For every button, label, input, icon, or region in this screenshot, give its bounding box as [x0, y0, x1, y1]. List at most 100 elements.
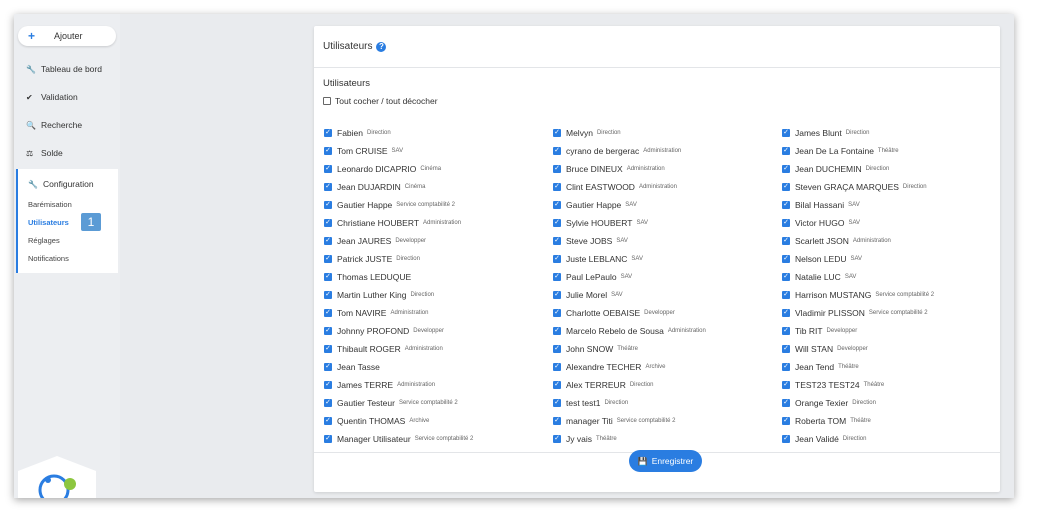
- user-row[interactable]: ✓ Scarlett JSON Administration: [782, 232, 934, 250]
- user-checkbox[interactable]: ✓: [324, 183, 332, 191]
- user-checkbox[interactable]: ✓: [782, 201, 790, 209]
- user-row[interactable]: ✓ Manager Utilisateur Service comptabilité…: [324, 430, 473, 448]
- sub-item-settings[interactable]: Réglages: [28, 236, 60, 245]
- nav-item-search[interactable]: 🔍 Recherche: [26, 120, 82, 130]
- user-row[interactable]: ✓ Tib RIT Developper: [782, 322, 934, 340]
- user-row[interactable]: ✓ TEST23 TEST24 Théâtre: [782, 376, 934, 394]
- user-checkbox[interactable]: ✓: [553, 435, 561, 443]
- user-checkbox[interactable]: ✓: [553, 129, 561, 137]
- user-row[interactable]: ✓ John SNOW Théâtre: [553, 340, 706, 358]
- user-checkbox[interactable]: ✓: [324, 291, 332, 299]
- user-row[interactable]: ✓ Martin Luther King Direction: [324, 286, 473, 304]
- sub-item-notifications[interactable]: Notifications: [28, 254, 69, 263]
- user-row[interactable]: ✓ Leonardo DICAPRIO Cinéma: [324, 160, 473, 178]
- user-checkbox[interactable]: ✓: [553, 327, 561, 335]
- user-row[interactable]: ✓ Alexandre TECHER Archive: [553, 358, 706, 376]
- user-row[interactable]: ✓ James TERRE Administration: [324, 376, 473, 394]
- user-checkbox[interactable]: ✓: [782, 219, 790, 227]
- user-checkbox[interactable]: ✓: [782, 129, 790, 137]
- user-checkbox[interactable]: ✓: [553, 201, 561, 209]
- user-row[interactable]: ✓ Tom NAVIRE Administration: [324, 304, 473, 322]
- config-title[interactable]: 🔧 Configuration: [28, 179, 94, 189]
- user-row[interactable]: ✓ Vladimir PLISSON Service comptabilité 2: [782, 304, 934, 322]
- user-checkbox[interactable]: ✓: [782, 147, 790, 155]
- user-row[interactable]: ✓ Jy vais Théâtre: [553, 430, 706, 448]
- user-checkbox[interactable]: ✓: [324, 435, 332, 443]
- user-checkbox[interactable]: ✓: [324, 363, 332, 371]
- user-row[interactable]: ✓ Jean De La Fontaine Théâtre: [782, 142, 934, 160]
- user-checkbox[interactable]: ✓: [782, 417, 790, 425]
- user-checkbox[interactable]: ✓: [782, 255, 790, 263]
- user-checkbox[interactable]: ✓: [782, 165, 790, 173]
- user-checkbox[interactable]: ✓: [782, 183, 790, 191]
- nav-item-validation[interactable]: ✔ Validation: [26, 92, 78, 102]
- user-row[interactable]: ✓ Orange Texier Direction: [782, 394, 934, 412]
- user-row[interactable]: ✓ Bilal Hassani SAV: [782, 196, 934, 214]
- user-checkbox[interactable]: ✓: [324, 327, 332, 335]
- user-row[interactable]: ✓ Steven GRAÇA MARQUES Direction: [782, 178, 934, 196]
- user-checkbox[interactable]: ✓: [324, 147, 332, 155]
- user-row[interactable]: ✓ Nelson LEDU SAV: [782, 250, 934, 268]
- user-checkbox[interactable]: ✓: [553, 291, 561, 299]
- user-row[interactable]: ✓ Will STAN Developper: [782, 340, 934, 358]
- user-checkbox[interactable]: ✓: [782, 435, 790, 443]
- user-checkbox[interactable]: ✓: [553, 399, 561, 407]
- user-checkbox[interactable]: ✓: [324, 165, 332, 173]
- nav-item-balance[interactable]: ⚖ Solde: [26, 148, 63, 158]
- sub-item-users[interactable]: Utilisateurs: [28, 218, 69, 227]
- user-row[interactable]: ✓ Melvyn Direction: [553, 124, 706, 142]
- user-checkbox[interactable]: ✓: [324, 129, 332, 137]
- user-checkbox[interactable]: ✓: [553, 165, 561, 173]
- user-checkbox[interactable]: ✓: [324, 417, 332, 425]
- user-checkbox[interactable]: ✓: [782, 399, 790, 407]
- user-row[interactable]: ✓ Patrick JUSTE Direction: [324, 250, 473, 268]
- user-row[interactable]: ✓ Natalie LUC SAV: [782, 268, 934, 286]
- user-row[interactable]: ✓ Bruce DINEUX Administration: [553, 160, 706, 178]
- user-checkbox[interactable]: ✓: [553, 219, 561, 227]
- user-row[interactable]: ✓ Juste LEBLANC SAV: [553, 250, 706, 268]
- user-checkbox[interactable]: ✓: [553, 183, 561, 191]
- user-checkbox[interactable]: ✓: [782, 237, 790, 245]
- user-checkbox[interactable]: ✓: [553, 255, 561, 263]
- help-icon[interactable]: ?: [376, 41, 387, 52]
- user-checkbox[interactable]: ✓: [553, 417, 561, 425]
- user-row[interactable]: ✓ Clint EASTWOOD Administration: [553, 178, 706, 196]
- user-row[interactable]: ✓ Gautier Happe Service comptabilité 2: [324, 196, 473, 214]
- user-checkbox[interactable]: ✓: [553, 363, 561, 371]
- user-checkbox[interactable]: ✓: [553, 147, 561, 155]
- user-checkbox[interactable]: ✓: [324, 219, 332, 227]
- user-checkbox[interactable]: ✓: [324, 309, 332, 317]
- user-checkbox[interactable]: ✓: [782, 345, 790, 353]
- user-checkbox[interactable]: ✓: [324, 237, 332, 245]
- user-row[interactable]: ✓ Victor HUGO SAV: [782, 214, 934, 232]
- user-row[interactable]: ✓ Alex TERREUR Direction: [553, 376, 706, 394]
- user-checkbox[interactable]: ✓: [782, 291, 790, 299]
- user-row[interactable]: ✓ Jean Tend Théâtre: [782, 358, 934, 376]
- user-checkbox[interactable]: ✓: [324, 201, 332, 209]
- user-checkbox[interactable]: ✓: [782, 309, 790, 317]
- user-row[interactable]: ✓ Jean Validé Direction: [782, 430, 934, 448]
- user-row[interactable]: ✓ Paul LePaulo SAV: [553, 268, 706, 286]
- user-row[interactable]: ✓ Thomas LEDUQUE: [324, 268, 473, 286]
- user-checkbox[interactable]: ✓: [782, 381, 790, 389]
- user-row[interactable]: ✓ Steve JOBS SAV: [553, 232, 706, 250]
- user-row[interactable]: ✓ Marcelo Rebelo de Sousa Administration: [553, 322, 706, 340]
- user-row[interactable]: ✓ Jean DUCHEMIN Direction: [782, 160, 934, 178]
- user-checkbox[interactable]: ✓: [324, 381, 332, 389]
- user-checkbox[interactable]: ✓: [324, 345, 332, 353]
- user-row[interactable]: ✓ test test1 Direction: [553, 394, 706, 412]
- user-row[interactable]: ✓ Gautier Testeur Service comptabilité 2: [324, 394, 473, 412]
- user-row[interactable]: ✓ cyrano de bergerac Administration: [553, 142, 706, 160]
- user-checkbox[interactable]: ✓: [782, 273, 790, 281]
- user-checkbox[interactable]: ✓: [324, 273, 332, 281]
- user-row[interactable]: ✓ Tom CRUISE SAV: [324, 142, 473, 160]
- user-checkbox[interactable]: ✓: [553, 309, 561, 317]
- checkbox-empty[interactable]: [323, 97, 331, 105]
- user-checkbox[interactable]: ✓: [553, 273, 561, 281]
- user-checkbox[interactable]: ✓: [553, 237, 561, 245]
- save-button[interactable]: 💾 Enregistrer: [629, 450, 702, 472]
- check-all-toggle[interactable]: Tout cocher / tout décocher: [323, 96, 438, 106]
- user-checkbox[interactable]: ✓: [553, 381, 561, 389]
- user-checkbox[interactable]: ✓: [782, 363, 790, 371]
- user-row[interactable]: ✓ Quentin THOMAS Archive: [324, 412, 473, 430]
